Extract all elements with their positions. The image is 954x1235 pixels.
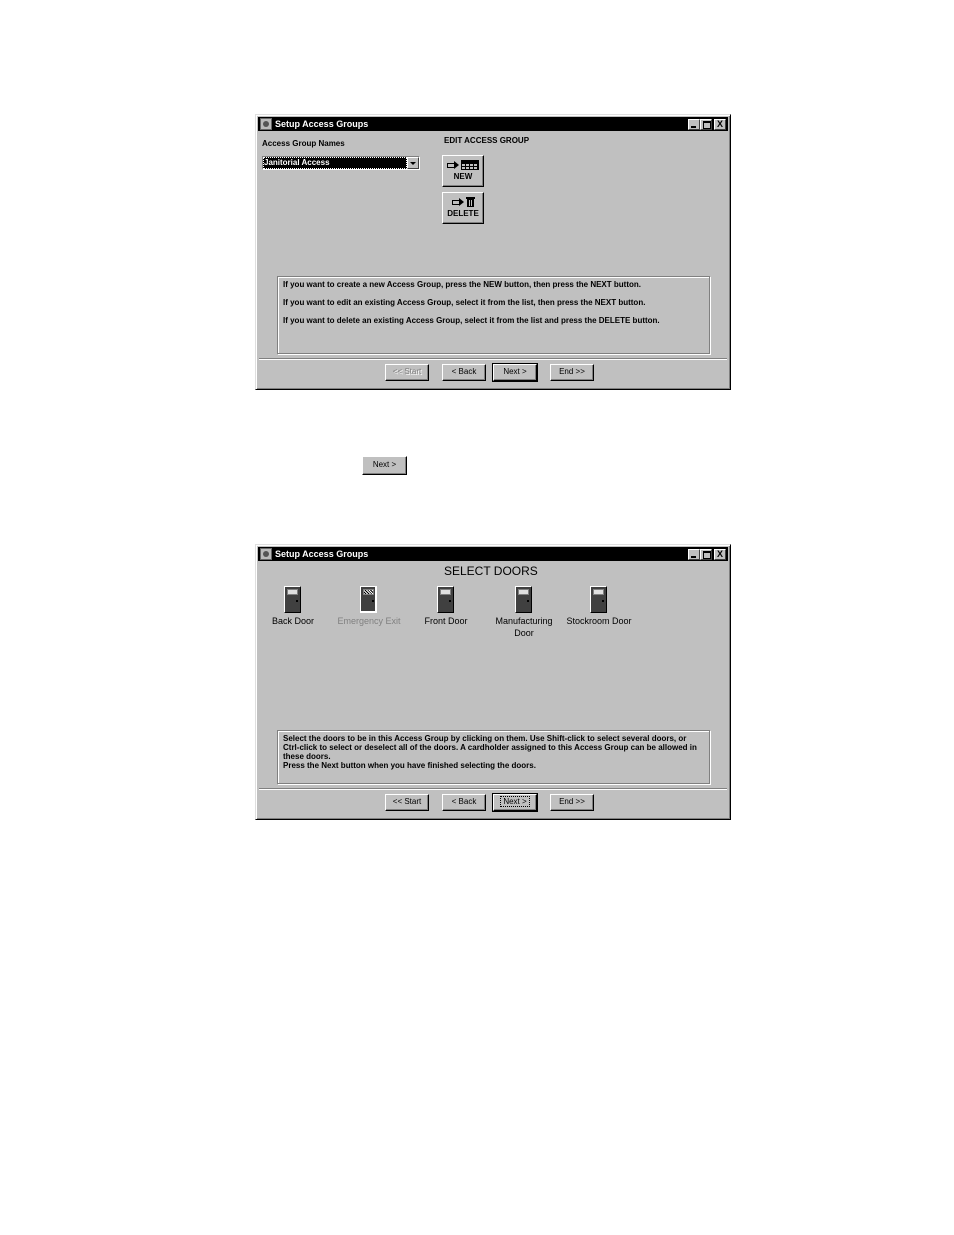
window-title: Setup Access Groups [275,549,369,559]
delete-button-label: DELETE [447,209,479,218]
setup-access-groups-dialog-select-doors: Setup Access Groups X SELECT DOORS Back … [255,544,731,820]
window-title: Setup Access Groups [275,119,369,129]
arrow-right-icon [447,161,459,169]
next-button[interactable]: Next > [492,363,538,382]
back-button[interactable]: < Back [442,364,486,381]
dropdown-arrow-icon[interactable] [407,157,419,169]
delete-button[interactable]: DELETE [442,192,484,224]
door-label: Stockroom Door [566,616,632,626]
door-manufacturing-door[interactable]: Manufacturing Door [484,586,564,639]
instructions-box: If you want to create a new Access Group… [277,276,710,354]
title-bar[interactable]: Setup Access Groups X [258,547,728,561]
new-button[interactable]: NEW [442,155,484,187]
instruction-edit: If you want to edit an existing Access G… [283,298,646,307]
edit-access-group-heading: EDIT ACCESS GROUP [444,136,530,145]
access-group-select[interactable]: Janitorial Access [262,156,420,170]
end-button[interactable]: End >> [550,794,594,811]
maximize-button[interactable] [700,548,712,560]
door-front-door[interactable]: Front Door [408,586,484,627]
door-label: Manufacturing Door [495,616,553,638]
instruction-select: Select the doors to be in this Access Gr… [283,734,697,761]
close-button[interactable]: X [714,548,726,560]
start-button[interactable]: << Start [385,794,429,811]
instruction-delete: If you want to delete an existing Access… [283,316,660,325]
minimize-button[interactable] [688,118,700,130]
door-icon [514,586,534,614]
instructions-box: Select the doors to be in this Access Gr… [277,730,710,784]
setup-access-groups-dialog-edit: Setup Access Groups X Access Group Names… [255,114,731,390]
arrow-right-icon [451,198,464,206]
door-label: Back Door [271,616,315,626]
start-button[interactable]: << Start [385,364,429,381]
new-button-label: NEW [453,172,473,181]
maximize-button[interactable] [700,118,712,130]
door-icon [436,586,456,614]
access-group-select-value: Janitorial Access [263,157,407,169]
door-icon [283,586,303,614]
divider [259,358,727,360]
back-button[interactable]: < Back [442,794,486,811]
next-button[interactable]: Next > [492,793,538,812]
title-bar[interactable]: Setup Access Groups X [258,117,728,131]
door-label: Front Door [424,616,468,626]
divider [259,788,727,790]
next-button-label: Next > [500,796,530,807]
access-group-names-label: Access Group Names [262,139,345,148]
instruction-new: If you want to create a new Access Group… [283,280,641,289]
select-doors-heading: SELECT DOORS [444,564,538,578]
app-icon [260,548,272,560]
close-button[interactable]: X [714,118,726,130]
next-button-illustration[interactable]: Next > [362,456,407,475]
door-icon [589,586,609,614]
trash-icon [465,196,475,207]
door-stockroom-door[interactable]: Stockroom Door [559,586,639,627]
door-label: Emergency Exit [337,616,401,626]
app-icon [260,118,272,130]
door-icon [359,586,379,614]
instruction-next: Press the Next button when you have fini… [283,761,536,770]
door-emergency-exit[interactable]: Emergency Exit [331,586,407,627]
door-back-door[interactable]: Back Door [255,586,331,627]
minimize-button[interactable] [688,548,700,560]
end-button[interactable]: End >> [550,364,594,381]
grid-icon [461,159,479,170]
